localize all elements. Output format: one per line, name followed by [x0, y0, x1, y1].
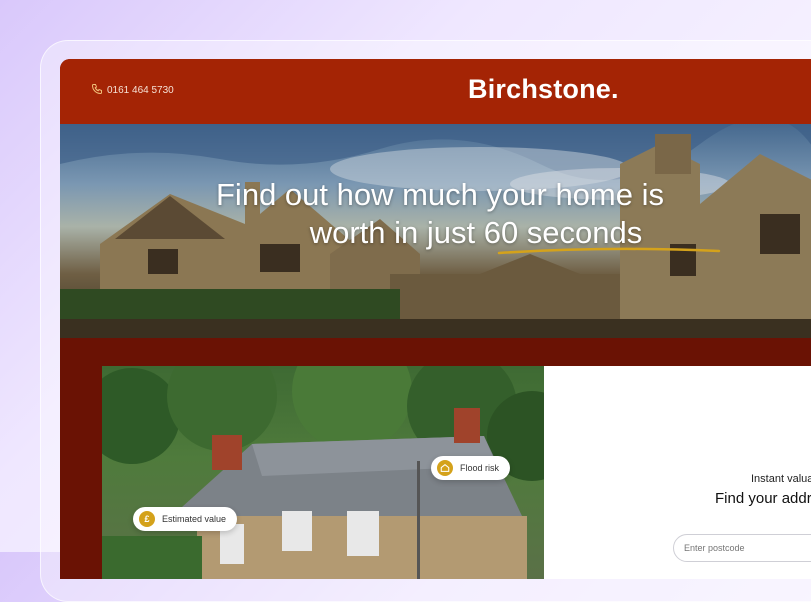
phone-number[interactable]: 0161 464 5730 [107, 85, 174, 96]
form-kicker: Instant valuation r [751, 473, 811, 485]
hero-headline: Find out how much your home is worth in … [60, 176, 811, 252]
estimated-value-label: Estimated value [162, 514, 227, 524]
form-heading: Find your address to [715, 490, 811, 507]
flood-risk-label: Flood risk [460, 463, 500, 473]
site-header: 0161 464 5730 Birchstone. [60, 59, 811, 124]
website-preview: 0161 464 5730 Birchstone. Find out how m… [60, 59, 811, 579]
brand-logo[interactable]: Birchstone. [468, 74, 619, 105]
hero-headline-line2: worth in just 60 seconds [309, 215, 643, 250]
postcode-input[interactable] [673, 534, 811, 562]
valuation-form: Instant valuation r Find your address to [544, 366, 811, 579]
house-photo: Flood risk £ Estimated value [102, 366, 544, 579]
phone-link[interactable]: 0161 464 5730 [91, 83, 174, 98]
pound-icon: £ [139, 511, 155, 527]
valuation-card: Flood risk £ Estimated value Instant val… [102, 366, 811, 579]
hero-headline-line1: Find out how much your home is [216, 177, 664, 212]
home-icon [437, 460, 453, 476]
headline-underline [497, 247, 721, 255]
estimated-value-badge: £ Estimated value [133, 507, 238, 531]
section-band [60, 338, 811, 366]
hero-banner: Find out how much your home is worth in … [60, 124, 811, 338]
flood-risk-badge: Flood risk [431, 456, 511, 480]
phone-icon [91, 83, 103, 98]
